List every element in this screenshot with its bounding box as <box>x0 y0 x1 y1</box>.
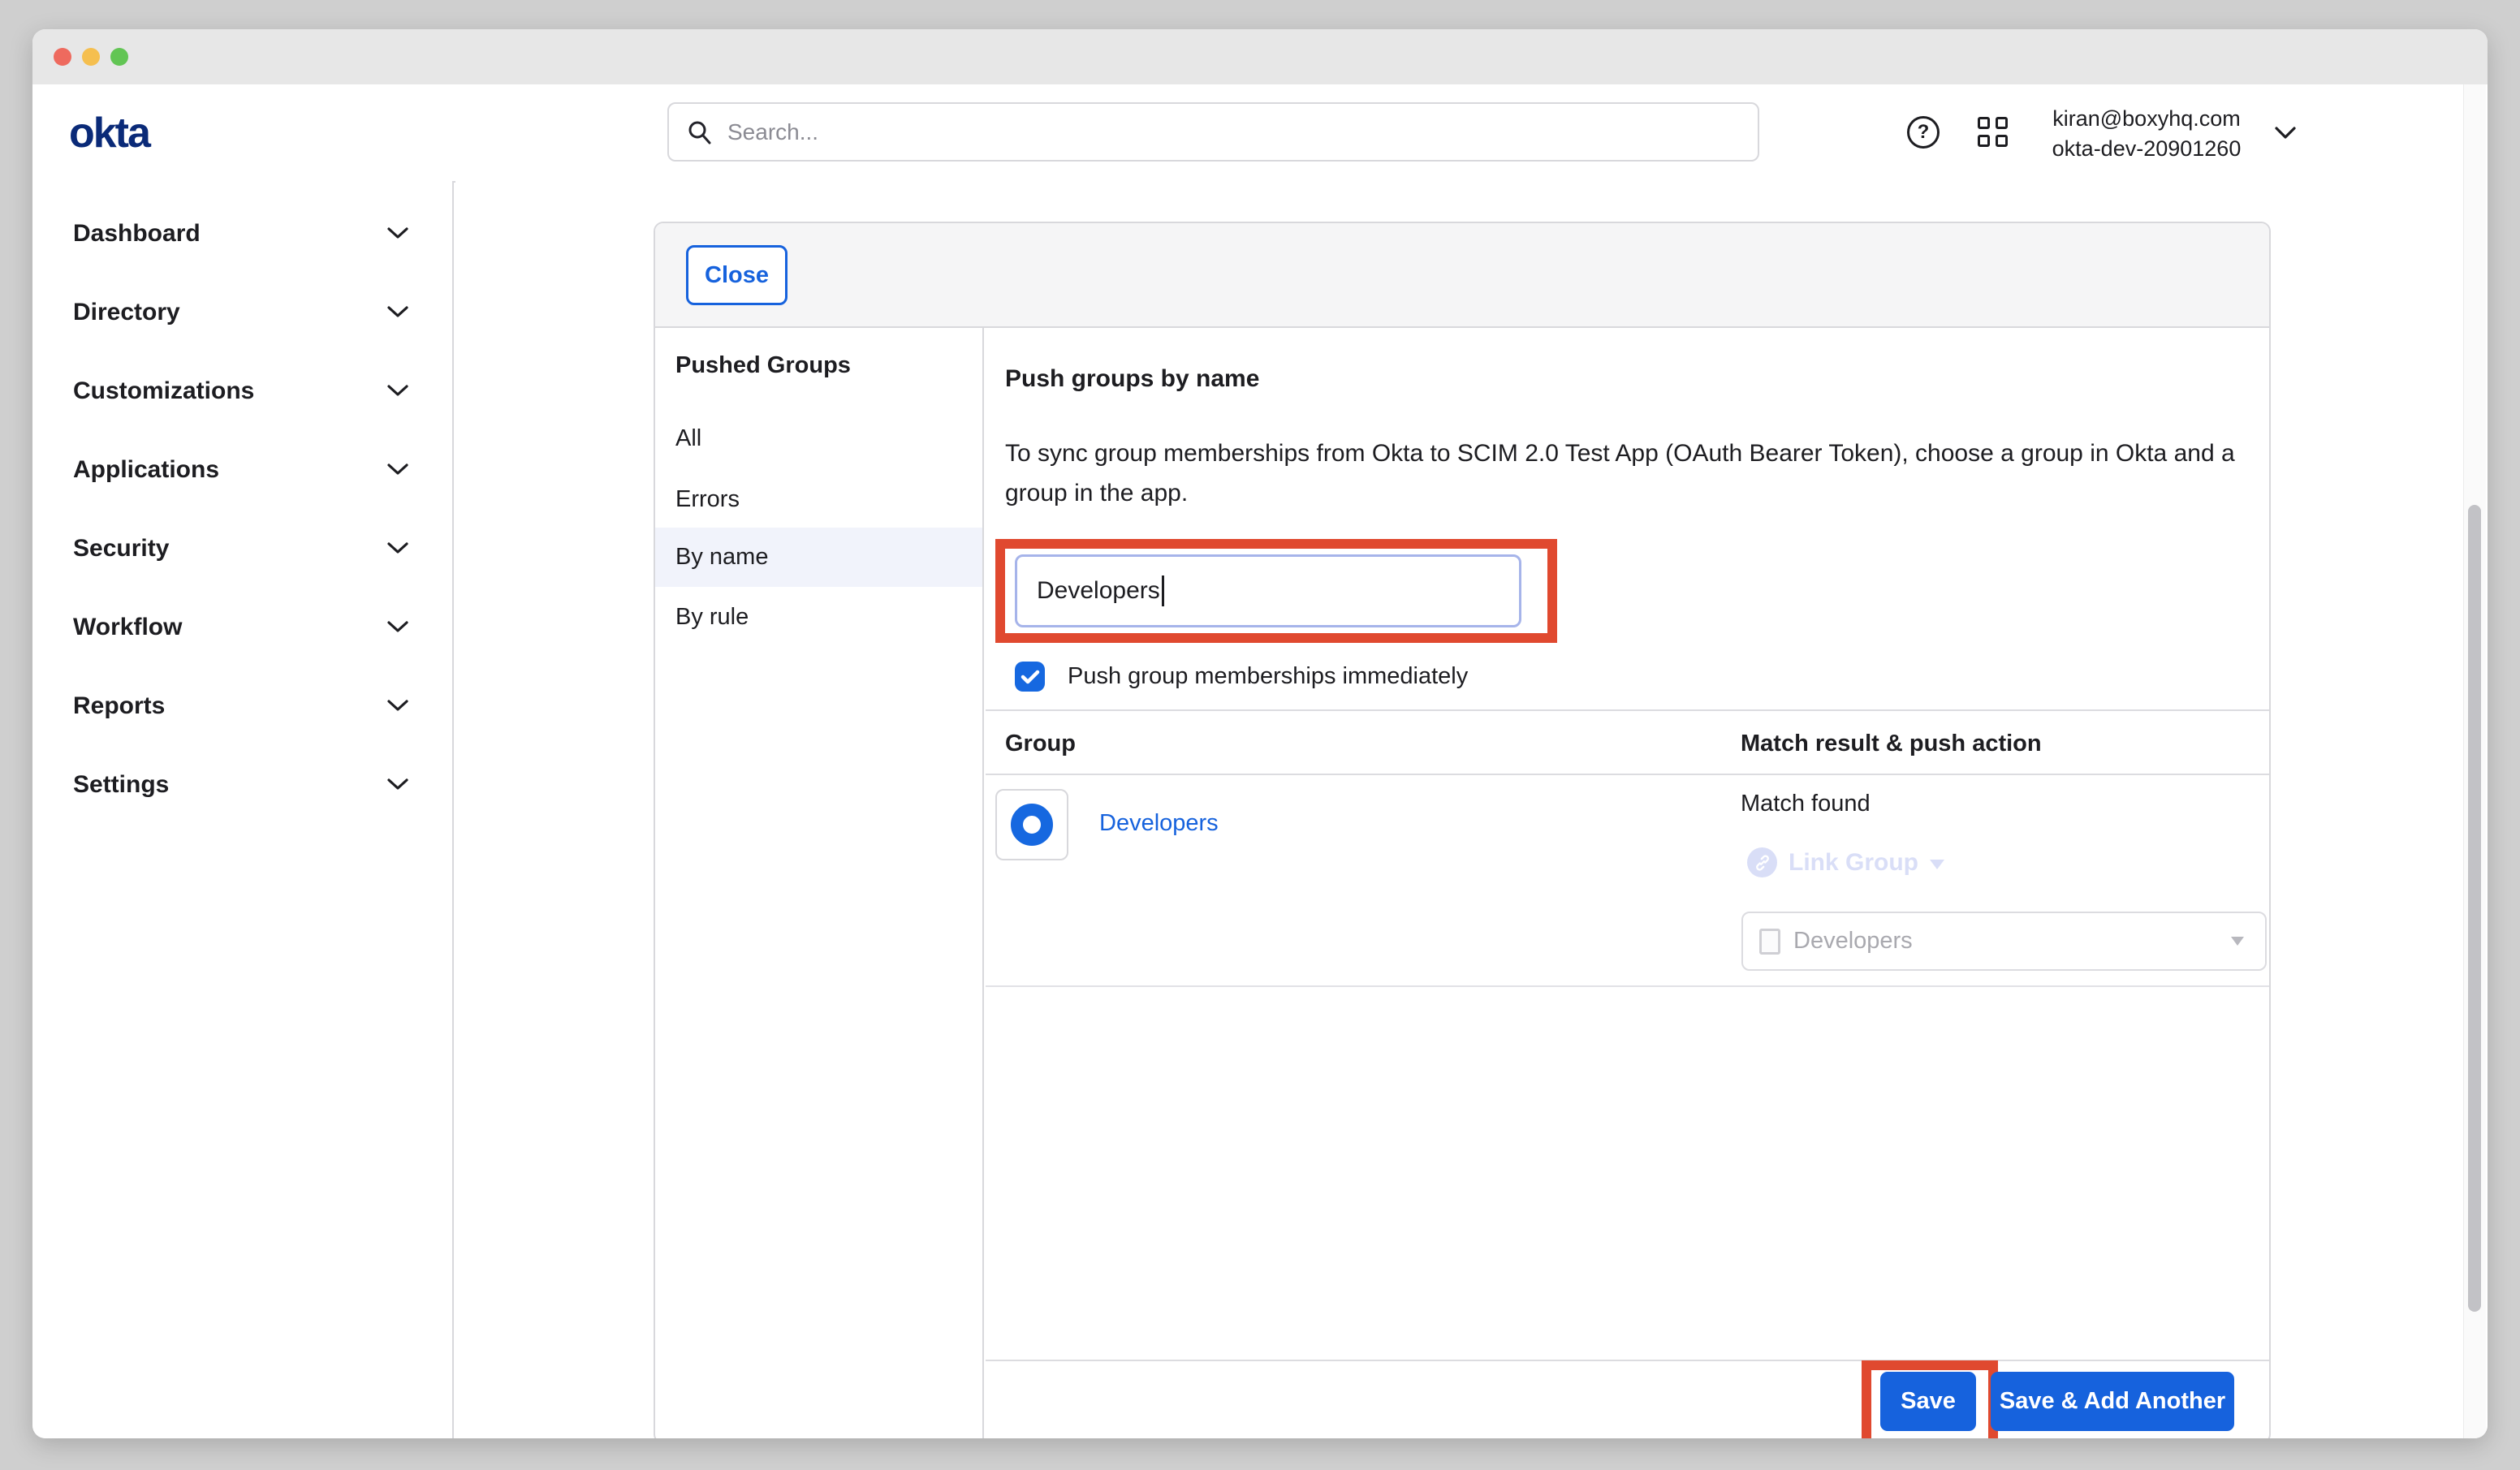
group-placeholder-icon <box>1759 929 1780 955</box>
table-row-divider <box>986 985 2269 987</box>
account-org: okta-dev-20901260 <box>2025 134 2268 164</box>
search-bar[interactable] <box>667 102 1759 162</box>
subnav-item-by-rule[interactable]: By rule <box>655 588 982 647</box>
search-icon <box>687 119 713 145</box>
group-link[interactable]: Developers <box>1099 810 1219 837</box>
pushed-groups-subnav: Pushed Groups All Errors By name By rule <box>655 328 984 1438</box>
main-sidebar: Dashboard Directory Customizations Appli… <box>32 181 454 1438</box>
window-titlebar <box>32 29 2488 84</box>
account-menu[interactable]: kiran@boxyhq.com okta-dev-20901260 <box>2025 104 2268 164</box>
chevron-down-icon <box>387 306 408 318</box>
chevron-down-icon <box>387 463 408 476</box>
subnav-item-errors[interactable]: Errors <box>655 470 982 529</box>
text-cursor <box>1162 575 1164 606</box>
close-button[interactable]: Close <box>686 245 788 305</box>
form-title: Push groups by name <box>1005 365 1259 393</box>
sidebar-item-dashboard[interactable]: Dashboard <box>32 194 452 273</box>
push-immediately-label: Push group memberships immediately <box>1068 663 1468 690</box>
chevron-down-icon <box>387 621 408 633</box>
group-name-input[interactable]: Developers <box>1015 554 1521 627</box>
scrollbar-track[interactable] <box>2463 84 2486 1438</box>
account-chevron-down-icon[interactable] <box>2275 127 2296 143</box>
footer-divider <box>986 1360 2269 1361</box>
zoom-window-icon[interactable] <box>110 48 128 66</box>
target-group-value: Developers <box>1793 928 2231 955</box>
okta-group-logo-tile <box>995 789 1068 860</box>
column-header-group: Group <box>1005 731 1076 757</box>
chevron-down-icon <box>387 385 408 397</box>
column-header-match: Match result & push action <box>1741 731 2042 757</box>
form-description: To sync group memberships from Okta to S… <box>1005 433 2235 513</box>
app-header: okta ? kiran@boxyhq.com okta-dev-2090126… <box>32 84 2488 183</box>
sidebar-item-settings[interactable]: Settings <box>32 745 452 824</box>
checkmark-icon <box>1021 669 1040 685</box>
panel-header: Close <box>655 223 2269 328</box>
sidebar-item-reports[interactable]: Reports <box>32 666 452 745</box>
scrollbar-thumb[interactable] <box>2468 505 2481 1312</box>
chevron-down-icon <box>387 227 408 239</box>
okta-logo[interactable]: okta <box>69 109 149 157</box>
minimize-window-icon[interactable] <box>82 48 100 66</box>
push-by-name-form: Push groups by name To sync group member… <box>986 328 2269 1438</box>
account-email: kiran@boxyhq.com <box>2025 104 2268 134</box>
okta-group-icon <box>1011 804 1053 846</box>
link-group-caret-icon <box>1930 860 1944 869</box>
push-immediately-checkbox[interactable] <box>1015 662 1045 692</box>
link-group-button[interactable]: Link Group <box>1747 847 1944 877</box>
browser-window: okta ? kiran@boxyhq.com okta-dev-2090126… <box>32 29 2488 1438</box>
sidebar-item-customizations[interactable]: Customizations <box>32 351 452 430</box>
target-group-dropdown[interactable]: Developers <box>1741 912 2267 971</box>
subnav-title: Pushed Groups <box>675 352 851 379</box>
sidebar-item-workflow[interactable]: Workflow <box>32 588 452 666</box>
sidebar-item-security[interactable]: Security <box>32 509 452 588</box>
section-divider <box>986 709 2269 711</box>
link-icon <box>1747 847 1777 877</box>
content-area: Close Pushed Groups All Errors By name B… <box>455 181 2488 1438</box>
push-groups-panel: Close Pushed Groups All Errors By name B… <box>654 222 2271 1438</box>
subnav-item-by-name[interactable]: By name <box>655 528 982 587</box>
subnav-item-all[interactable]: All <box>655 409 982 468</box>
chevron-down-icon <box>387 778 408 791</box>
sidebar-item-directory[interactable]: Directory <box>32 273 452 351</box>
apps-grid-icon[interactable] <box>1978 117 2009 148</box>
link-group-label: Link Group <box>1789 849 1918 877</box>
chevron-down-icon <box>387 542 408 554</box>
help-icon[interactable]: ? <box>1907 116 1940 149</box>
search-input[interactable] <box>726 119 1703 146</box>
save-button[interactable]: Save <box>1880 1372 1976 1431</box>
screenshot-stage: okta ? kiran@boxyhq.com okta-dev-2090126… <box>0 0 2520 1470</box>
sidebar-item-applications[interactable]: Applications <box>32 430 452 509</box>
table-header-divider <box>986 774 2269 775</box>
match-status: Match found <box>1741 791 1871 817</box>
dropdown-caret-icon <box>2231 937 2244 946</box>
chevron-down-icon <box>387 700 408 712</box>
close-window-icon[interactable] <box>54 48 71 66</box>
save-add-another-button[interactable]: Save & Add Another <box>1991 1372 2234 1431</box>
